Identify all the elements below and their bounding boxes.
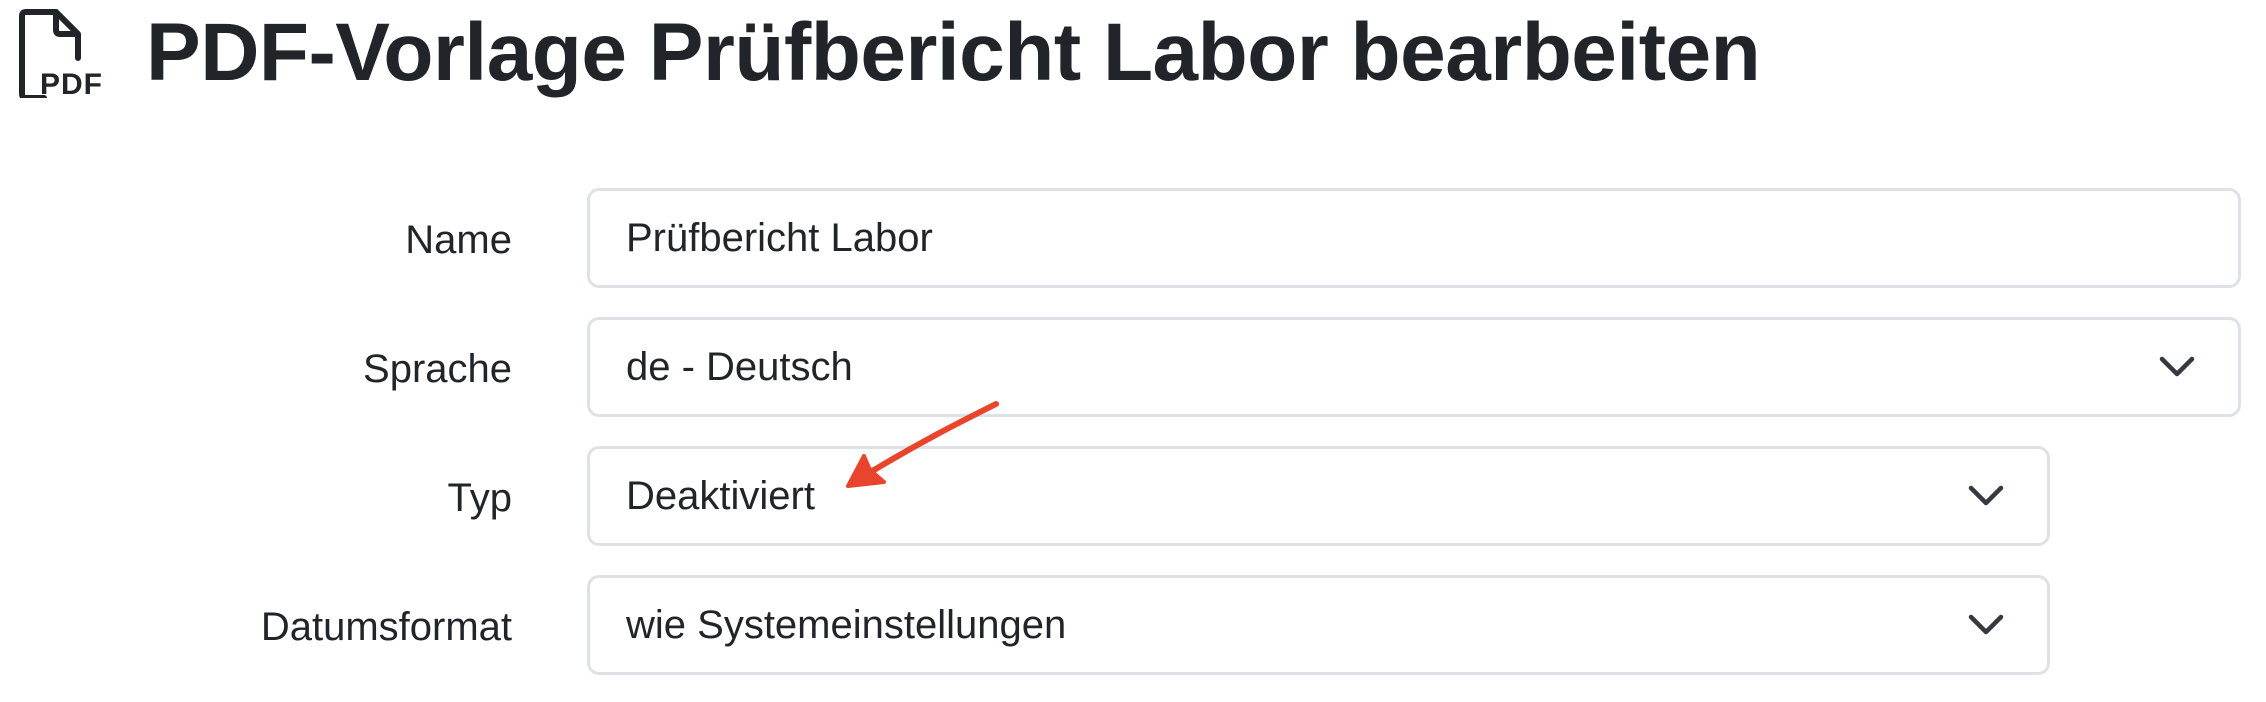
page-title: PDF-Vorlage Prüfbericht Labor bearbeiten — [146, 7, 1761, 98]
form-row-language: Sprache de - Deutsch — [0, 317, 2266, 421]
chevron-down-icon — [1968, 485, 2004, 506]
form-row-date-format: Datumsformat wie Systemeinstellungen — [0, 575, 2266, 679]
language-select[interactable]: de - Deutsch — [587, 317, 2241, 417]
chevron-down-icon — [1968, 614, 2004, 635]
form-row-name: Name Prüfbericht Labor — [0, 188, 2266, 292]
name-label: Name — [405, 218, 512, 262]
date-format-select[interactable]: wie Systemeinstellungen — [587, 575, 2050, 675]
language-select-value: de - Deutsch — [626, 344, 853, 389]
page-heading: PDF PDF-Vorlage Prüfbericht Labor bearbe… — [18, 7, 1761, 98]
type-label: Typ — [447, 476, 512, 520]
type-select-value: Deaktiviert — [626, 473, 815, 518]
type-select[interactable]: Deaktiviert — [587, 446, 2050, 546]
language-label: Sprache — [363, 347, 512, 391]
pdf-file-icon: PDF — [19, 9, 103, 98]
form-row-type: Typ Deaktiviert — [0, 446, 2266, 550]
name-input-value: Prüfbericht Labor — [626, 215, 933, 260]
svg-text:PDF: PDF — [40, 68, 103, 98]
chevron-down-icon — [2159, 356, 2195, 377]
edit-pdf-template-page: PDF PDF-Vorlage Prüfbericht Labor bearbe… — [0, 0, 2266, 702]
name-input[interactable]: Prüfbericht Labor — [587, 188, 2241, 288]
date-format-select-value: wie Systemeinstellungen — [626, 602, 1067, 647]
date-format-label: Datumsformat — [260, 605, 512, 649]
